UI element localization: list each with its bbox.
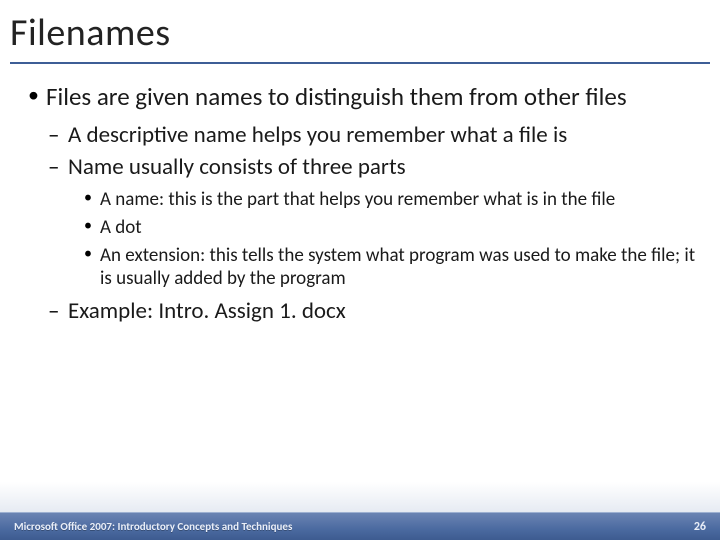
list-item: Example: Intro. Assign 1. docx <box>46 297 696 326</box>
bullet-text: Name usually consists of three parts <box>68 153 406 181</box>
list-item: Name usually consists of three parts A n… <box>46 153 696 291</box>
bullet-text: A dot <box>100 216 142 239</box>
bullet-list-level1: Files are given names to distinguish the… <box>24 82 696 326</box>
footer-bar: Microsoft Office 2007: Introductory Conc… <box>0 512 720 540</box>
list-item: An extension: this tells the system what… <box>82 244 696 292</box>
bullet-text: Files are given names to distinguish the… <box>46 81 627 112</box>
footer-text: Microsoft Office 2007: Introductory Conc… <box>14 520 292 533</box>
bullet-list-level2: A descriptive name helps you remember wh… <box>46 121 696 326</box>
list-item: Files are given names to distinguish the… <box>24 82 696 326</box>
list-item: A name: this is the part that helps you … <box>82 188 696 212</box>
bullet-list-level3: A name: this is the part that helps you … <box>82 188 696 291</box>
slide-title: Filenames <box>0 0 720 62</box>
slide: Filenames Files are given names to disti… <box>0 0 720 540</box>
bullet-text: A name: this is the part that helps you … <box>100 188 615 211</box>
slide-body: Files are given names to distinguish the… <box>0 64 720 326</box>
list-item: A dot <box>82 216 696 240</box>
page-number: 26 <box>694 520 706 534</box>
bullet-text: Example: Intro. Assign 1. docx <box>68 297 346 325</box>
list-item: A descriptive name helps you remember wh… <box>46 121 696 150</box>
bullet-text: A descriptive name helps you remember wh… <box>68 121 567 149</box>
footer-gradient <box>0 482 720 512</box>
bullet-text: An extension: this tells the system what… <box>100 244 695 291</box>
